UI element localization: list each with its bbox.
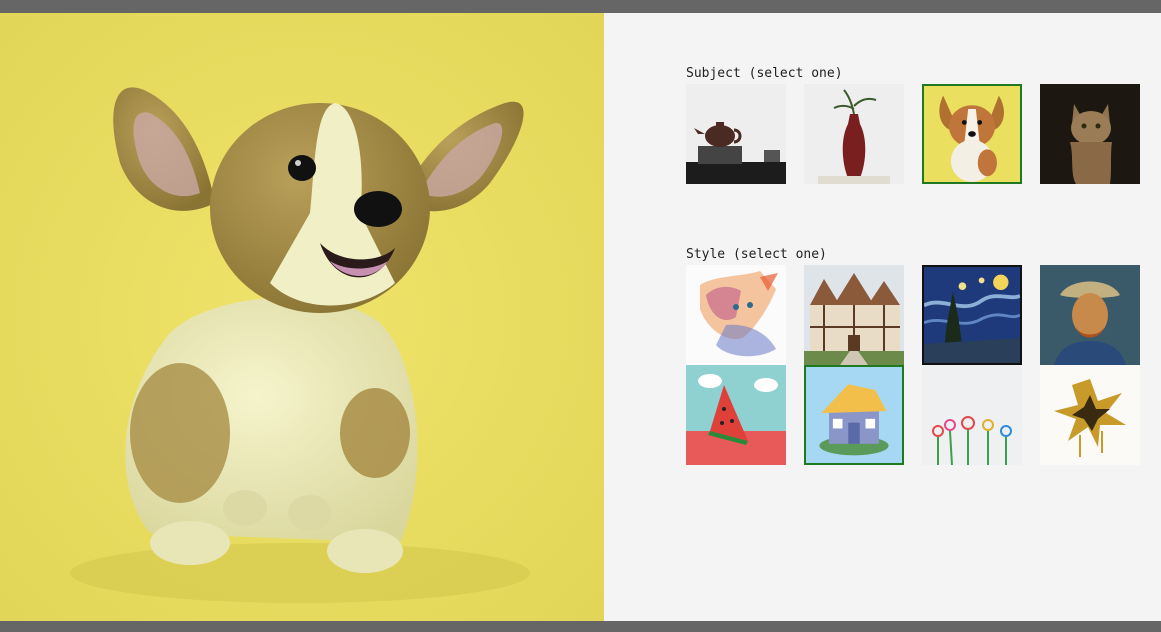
subject-grid <box>686 84 1140 184</box>
subject-vase-thumb[interactable] <box>804 84 904 184</box>
style-watercolor-cat-thumb[interactable] <box>686 265 786 365</box>
style-grid <box>686 265 1140 465</box>
style-starry-night-thumb[interactable] <box>922 265 1022 365</box>
bottom-bar <box>0 621 1161 632</box>
style-watermelon-3d-thumb[interactable] <box>686 365 786 465</box>
style-label: Style (select one) <box>686 247 827 262</box>
selection-panel: Subject (select one) Style (select one) <box>604 13 1161 621</box>
style-child-flowers-thumb[interactable] <box>922 365 1022 465</box>
preview-image <box>0 13 604 621</box>
subject-cat-thumb[interactable] <box>1040 84 1140 184</box>
style-tudor-house-thumb[interactable] <box>804 265 904 365</box>
top-bar <box>0 0 1161 13</box>
style-gold-flower-thumb[interactable] <box>1040 365 1140 465</box>
subject-teapot-thumb[interactable] <box>686 84 786 184</box>
style-toy-house-thumb[interactable] <box>804 365 904 465</box>
subject-label: Subject (select one) <box>686 66 843 81</box>
style-van-gogh-portrait-thumb[interactable] <box>1040 265 1140 365</box>
subject-corgi-thumb[interactable] <box>922 84 1022 184</box>
